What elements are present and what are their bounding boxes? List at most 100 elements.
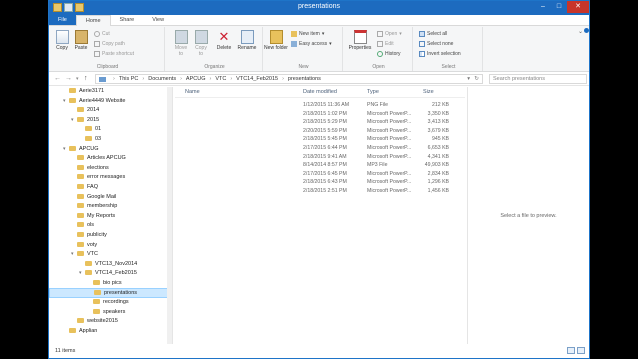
nav-tree-item[interactable]: 03 [49,135,172,145]
nav-tree-item[interactable]: Aerie3171 [49,87,172,97]
column-size[interactable]: Size [423,89,434,95]
file-row[interactable]: APCUG-VTC14.png 1/12/2015 11:36 AM PNG F… [175,101,465,110]
nav-tree-item[interactable]: error messages [49,173,172,183]
nav-tree-item[interactable]: ▾ 2015 [49,116,172,126]
nav-tree-item[interactable]: presentations [49,288,172,299]
breadcrumb-vtc[interactable]: VTC [215,75,226,84]
rename-label: Rename [237,45,257,51]
nav-tree-item[interactable]: FAQ [49,183,172,193]
nav-tree-item[interactable]: VTC13_Nov2014 [49,260,172,270]
properties-button[interactable]: Properties [347,30,373,51]
folder-icon [77,222,84,228]
file-row[interactable]: music_bed.mp3 8/14/2014 8:57 PM MP3 File… [175,161,465,170]
select-all-label: Select all [427,31,448,37]
paste-shortcut-button[interactable]: Paste shortcut [94,51,134,57]
nav-tree-item[interactable]: Google Mail [49,193,172,203]
file-row[interactable]: secretsofmakingchromeasolidcomputerv... … [175,170,465,179]
expand-ribbon-icon[interactable]: ⌄ [578,28,583,35]
edit-button[interactable]: Edit [377,41,394,47]
column-type[interactable]: Type [367,89,379,95]
properties-icon [353,30,367,44]
breadcrumb-vtc14[interactable]: VTC14_Feb2015 [236,75,278,84]
history-button[interactable]: History [377,51,401,57]
new-folder-button[interactable]: New folder [264,30,288,51]
large-icons-view-icon[interactable] [577,347,585,354]
recent-locations-icon[interactable]: ▾ [76,76,79,82]
nav-tree-item[interactable]: 2014 [49,106,172,116]
search-input[interactable]: Search presentations [489,74,587,84]
copy-to-button[interactable]: Copy to [193,30,209,57]
nav-tree-item[interactable]: publicity [49,231,172,241]
minimize-button[interactable]: – [535,1,551,13]
edit-icon [377,41,383,47]
file-size: 3,350 KB [427,110,449,117]
close-button[interactable]: ✕ [567,1,589,13]
file-row[interactable]: vmwarewin10vtc14chao.ppt 2/18/2015 6:43 … [175,178,465,187]
maximize-button[interactable]: □ [551,1,567,13]
preview-pane: Select a file to preview. [467,87,589,344]
nav-tree-label: VTC [87,251,98,258]
easy-access-button[interactable]: Easy access ▾ [291,41,332,47]
file-row[interactable]: Google Glass.pptx 2/18/2015 1:02 PM Micr… [175,110,465,119]
back-icon[interactable]: ← [54,75,61,82]
nav-tree-label: voty [87,241,98,248]
tab-file[interactable]: File [49,15,76,25]
file-type: Microsoft PowerP... [367,127,412,134]
rename-button[interactable]: Rename [237,30,257,51]
breadcrumb-presentations[interactable]: presentations [288,75,321,84]
nav-tree-item[interactable]: bio pics [49,279,172,289]
column-headers: Name Date modified Type Size [175,87,465,98]
nav-tree-item[interactable]: 01 [49,125,172,135]
nav-tree-label: VTC14_Feb2015 [95,270,137,277]
help-icon[interactable] [584,28,589,33]
file-row[interactable]: marketingonpinterest,twitter,facebookvt.… [175,153,465,162]
file-row[interactable]: googleglassvtc14-richards-v4.pptx 2/20/2… [175,127,465,136]
open-button[interactable]: Open ▾ [377,31,402,37]
nav-tree-item[interactable]: ▾ VTC14_Feb2015 [49,269,172,279]
nav-tree-item[interactable]: elections [49,164,172,174]
forward-icon[interactable]: → [65,75,72,82]
address-dropdown-icon[interactable]: ▾ [467,75,470,84]
breadcrumb-documents[interactable]: Documents [148,75,176,84]
nav-tree-item[interactable]: ▾ VTC [49,250,172,260]
address-bar[interactable]: › This PC › Documents › APCUG › VTC › VTC14_… [95,74,483,84]
nav-tree-item[interactable]: My Reports [49,212,172,222]
nav-tree-item[interactable]: ▾ APCUG [49,145,172,155]
details-view-icon[interactable] [567,347,575,354]
nav-tree-item[interactable]: ▾ Aerie4449 Website [49,97,172,107]
up-icon[interactable]: ↑ [84,75,88,82]
copy-button[interactable]: Copy [54,30,70,51]
nav-tree-item[interactable]: membership [49,202,172,212]
select-none-button[interactable]: Select none [419,41,453,47]
move-to-button[interactable]: Move to [173,30,189,57]
nav-tree-item[interactable]: Applian [49,327,172,337]
file-date: 1/12/2015 11:36 AM [303,102,350,108]
new-item-button[interactable]: New item ▾ [291,31,324,37]
nav-tree-item[interactable]: Articles APCUG [49,154,172,164]
nav-tree-label: recordings [103,299,129,306]
file-row[interactable]: linuxsuperstorevtc14-kennedy.pptx 2/17/2… [175,144,465,153]
breadcrumb-apcug[interactable]: APCUG [186,75,206,84]
file-row[interactable]: googleglassvtc14-richards.pptx 2/18/2015… [175,118,465,127]
nav-tree-item[interactable]: website2015 [49,317,172,327]
copy-path-button[interactable]: Copy path [94,41,125,47]
tab-share[interactable]: Share [111,15,144,25]
nav-tree-item[interactable]: voty [49,241,172,251]
tab-view[interactable]: View [143,15,173,25]
nav-tree-item[interactable]: speakers [49,308,172,318]
delete-button[interactable]: ✕ Delete [215,30,233,52]
paste-button[interactable]: Paste [73,30,89,51]
file-date: 2/18/2015 9:41 AM [303,153,347,160]
breadcrumb-this-pc[interactable]: This PC [119,75,139,84]
refresh-icon[interactable]: ↻ [474,75,479,84]
file-row[interactable]: VTC14 Moderator - Arial.pptx 2/18/2015 2… [175,187,465,196]
invert-selection-button[interactable]: Invert selection [419,51,461,57]
column-date-modified[interactable]: Date modified [303,89,337,95]
file-row[interactable]: howsecureismydevicevtc14-minich.pptx 2/1… [175,135,465,144]
nav-tree-item[interactable]: recordings [49,298,172,308]
column-name[interactable]: Name [185,89,200,95]
select-all-button[interactable]: Select all [419,31,447,37]
cut-button[interactable]: Cut [94,31,110,37]
nav-scrollbar[interactable] [167,87,172,344]
nav-tree-item[interactable]: ols [49,221,172,231]
